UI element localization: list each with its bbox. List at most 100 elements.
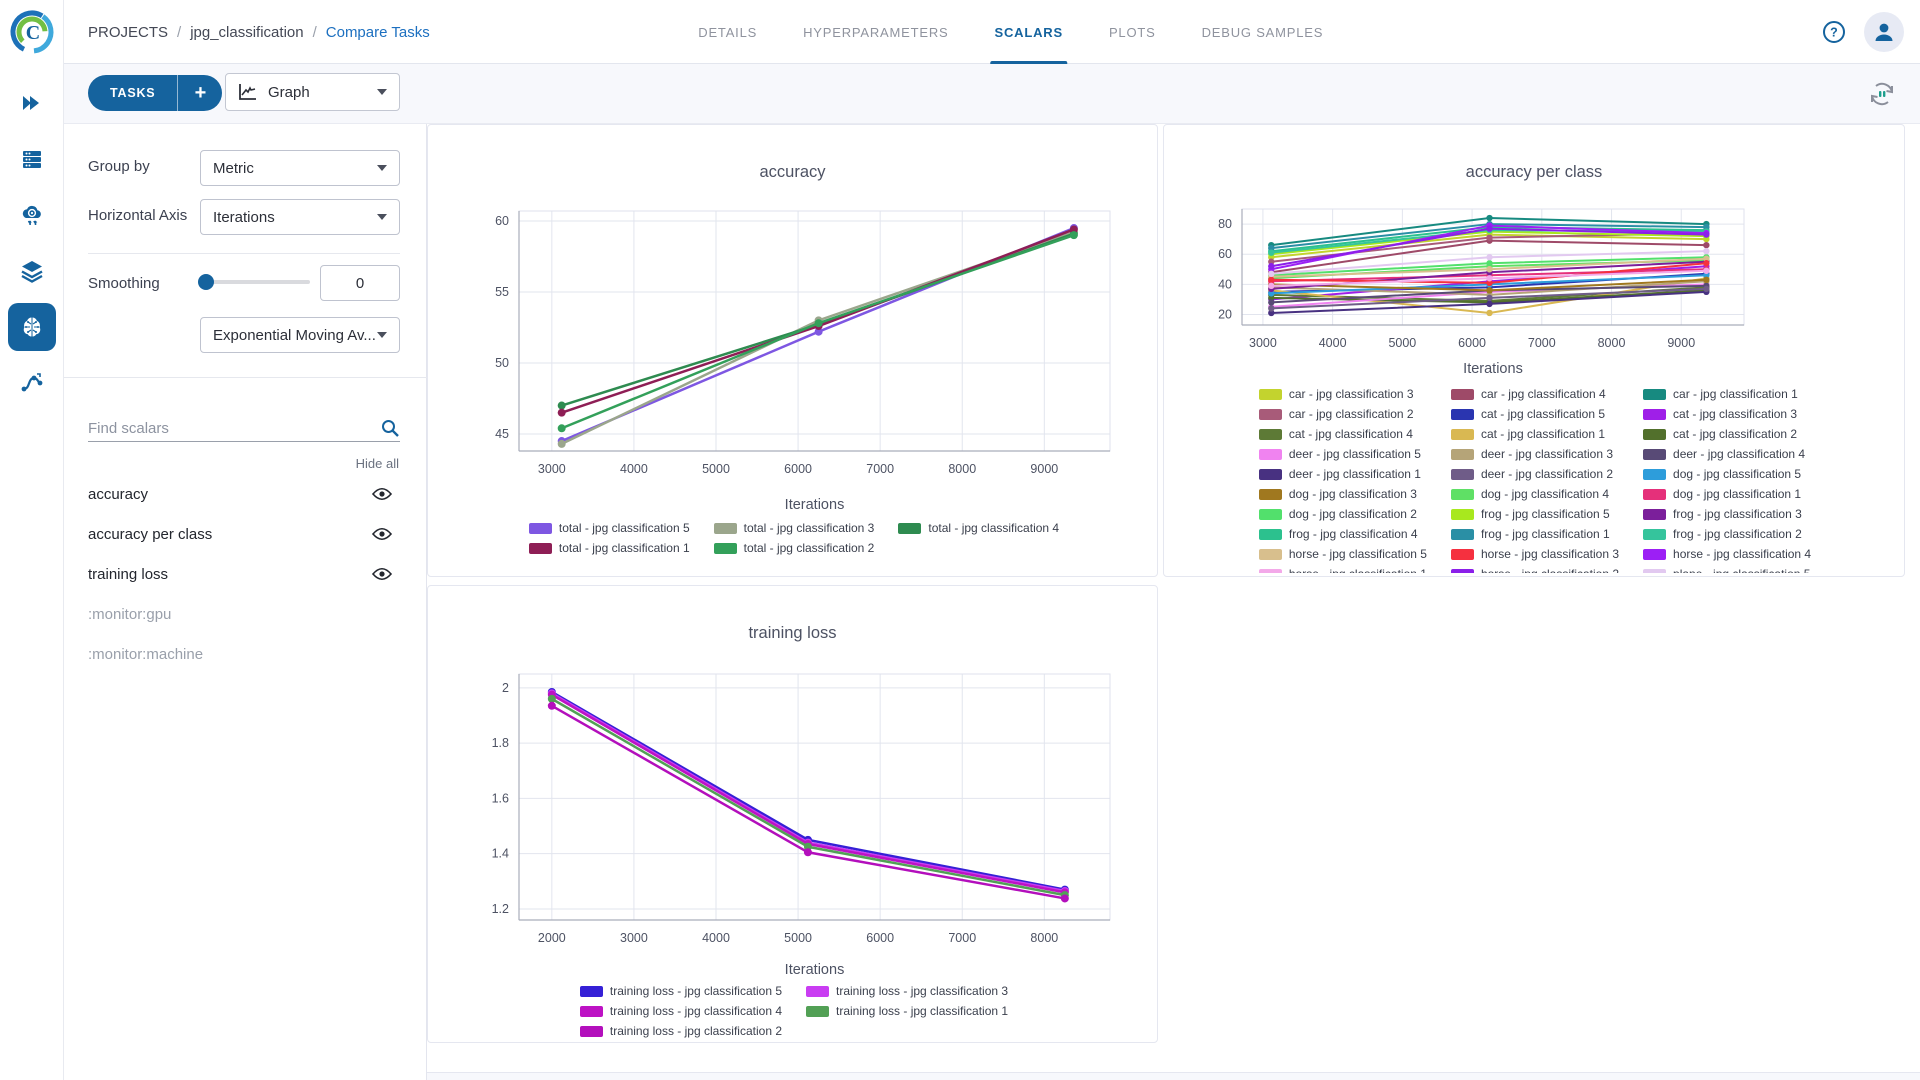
legend-entry[interactable]: dog - jpg classification 2 [1259,507,1427,521]
getting-started-icon[interactable] [8,79,56,127]
legend-entry[interactable]: car - jpg classification 1 [1643,387,1811,401]
projects-brain-icon[interactable] [8,303,56,351]
legend-label: training loss - jpg classification 3 [836,984,1008,998]
visibility-eye-icon[interactable] [372,527,392,541]
legend-label: frog - jpg classification 2 [1673,527,1802,541]
clearml-logo-icon[interactable]: C [8,8,56,56]
legend-entry[interactable]: training loss - jpg classification 2 [580,1024,782,1038]
legend-swatch [898,523,921,534]
tab-scalars[interactable]: SCALARS [995,0,1063,64]
legend-entry[interactable]: training loss - jpg classification 1 [806,1004,1008,1018]
accuracy-per-class-line-chart[interactable]: 300040005000600070008000900020406080 [1164,197,1906,357]
scalar-item-monitor-machine[interactable]: :monitor:machine [88,642,400,666]
breadcrumb-projects[interactable]: PROJECTS [88,24,168,41]
legend-entry[interactable]: car - jpg classification 4 [1451,387,1619,401]
breadcrumb-separator: / [177,24,181,41]
legend-entry[interactable]: cat - jpg classification 1 [1451,427,1619,441]
legend-entry[interactable]: car - jpg classification 2 [1259,407,1427,421]
legend-entry[interactable]: dog - jpg classification 5 [1643,467,1811,481]
legend-swatch [1259,469,1282,480]
legend-entry[interactable]: frog - jpg classification 5 [1451,507,1619,521]
legend-swatch [1259,409,1282,420]
cloud-services-icon[interactable] [8,191,56,239]
legend-entry[interactable]: total - jpg classification 3 [714,521,875,535]
legend-entry[interactable]: horse - jpg classification 4 [1643,547,1811,561]
legend-label: training loss - jpg classification 5 [610,984,782,998]
tab-hyperparameters[interactable]: HYPERPARAMETERS [803,0,948,64]
legend-entry[interactable]: total - jpg classification 2 [714,541,875,555]
legend-entry[interactable]: total - jpg classification 1 [529,541,690,555]
search-input[interactable] [88,416,400,442]
legend-entry[interactable]: horse - jpg classification 1 [1259,567,1427,573]
left-nav-rail: C [0,0,64,1080]
legend-entry[interactable]: training loss - jpg classification 5 [580,984,782,998]
tasks-button-label[interactable]: TASKS [88,75,178,111]
legend-entry[interactable]: dog - jpg classification 4 [1451,487,1619,501]
graph-icon [238,83,258,101]
legend-entry[interactable]: cat - jpg classification 3 [1643,407,1811,421]
horizontal-axis-select[interactable]: Iterations [200,199,400,235]
pipelines-icon[interactable] [8,359,56,407]
svg-text:3000: 3000 [1249,336,1277,350]
legend-entry[interactable]: total - jpg classification 5 [529,521,690,535]
user-avatar[interactable] [1864,12,1904,52]
legend-entry[interactable]: frog - jpg classification 1 [1451,527,1619,541]
view-mode-select[interactable]: Graph [225,73,400,111]
legend-entry[interactable]: training loss - jpg classification 3 [806,984,1008,998]
legend-swatch [1259,389,1282,400]
legend-entry[interactable]: dog - jpg classification 1 [1643,487,1811,501]
legend-entry[interactable]: horse - jpg classification 2 [1451,567,1619,573]
accuracy-line-chart[interactable]: 300040005000600070008000900045505560 [428,197,1159,489]
legend-entry[interactable]: frog - jpg classification 2 [1643,527,1811,541]
legend-swatch [1643,409,1666,420]
legend-label: frog - jpg classification 4 [1289,527,1418,541]
legend-entry[interactable]: plane - jpg classification 5 [1643,567,1811,573]
legend-label: horse - jpg classification 5 [1289,547,1427,561]
visibility-eye-icon[interactable] [372,487,392,501]
add-task-button[interactable]: + [178,75,222,111]
visibility-eye-icon[interactable] [372,567,392,581]
breadcrumb-project-name[interactable]: jpg_classification [190,24,303,41]
smoothing-value-input[interactable] [320,265,400,301]
legend-entry[interactable]: training loss - jpg classification 4 [580,1004,782,1018]
search-icon[interactable] [380,418,400,438]
legend-entry[interactable]: horse - jpg classification 5 [1259,547,1427,561]
auto-refresh-icon[interactable] [1866,78,1898,110]
tasks-split-button[interactable]: TASKS + [88,75,222,111]
workers-queues-icon[interactable] [8,135,56,183]
svg-text:60: 60 [495,214,509,228]
legend-swatch [1259,529,1282,540]
scalar-item-monitor-gpu[interactable]: :monitor:gpu [88,602,400,626]
datasets-icon[interactable] [8,247,56,295]
legend-entry[interactable]: dog - jpg classification 3 [1259,487,1427,501]
tab-debug-samples[interactable]: DEBUG SAMPLES [1202,0,1324,64]
legend-label: deer - jpg classification 3 [1481,447,1613,461]
legend-entry[interactable]: cat - jpg classification 5 [1451,407,1619,421]
training-loss-line-chart[interactable]: 20003000400050006000700080001.21.41.61.8… [428,658,1159,954]
svg-text:9000: 9000 [1667,336,1695,350]
tab-plots[interactable]: PLOTS [1109,0,1156,64]
legend-entry[interactable]: horse - jpg classification 3 [1451,547,1619,561]
graphs-area: accuracy 3000400050006000700080009000455… [427,124,1920,1080]
legend-label: frog - jpg classification 5 [1481,507,1610,521]
smoothing-slider-handle[interactable] [198,274,214,290]
legend-entry[interactable]: frog - jpg classification 4 [1259,527,1427,541]
help-icon[interactable]: ? [1822,20,1846,44]
legend-entry[interactable]: deer - jpg classification 4 [1643,447,1811,461]
smoothing-slider[interactable] [200,280,310,284]
legend-entry[interactable]: deer - jpg classification 1 [1259,467,1427,481]
legend-entry[interactable]: cat - jpg classification 4 [1259,427,1427,441]
legend-entry[interactable]: deer - jpg classification 2 [1451,467,1619,481]
smoothing-type-select[interactable]: Exponential Moving Av... [200,317,400,353]
hide-all-button[interactable]: Hide all [356,456,399,471]
legend-entry[interactable]: total - jpg classification 4 [898,521,1059,535]
legend-entry[interactable]: deer - jpg classification 5 [1259,447,1427,461]
tab-details[interactable]: DETAILS [698,0,757,64]
legend-entry[interactable]: frog - jpg classification 3 [1643,507,1811,521]
legend-entry[interactable]: car - jpg classification 3 [1259,387,1427,401]
breadcrumb-compare-tasks[interactable]: Compare Tasks [326,24,430,41]
group-by-select[interactable]: Metric [200,150,400,186]
legend-entry[interactable]: cat - jpg classification 2 [1643,427,1811,441]
legend-entry[interactable]: deer - jpg classification 3 [1451,447,1619,461]
svg-text:40: 40 [1218,277,1232,291]
